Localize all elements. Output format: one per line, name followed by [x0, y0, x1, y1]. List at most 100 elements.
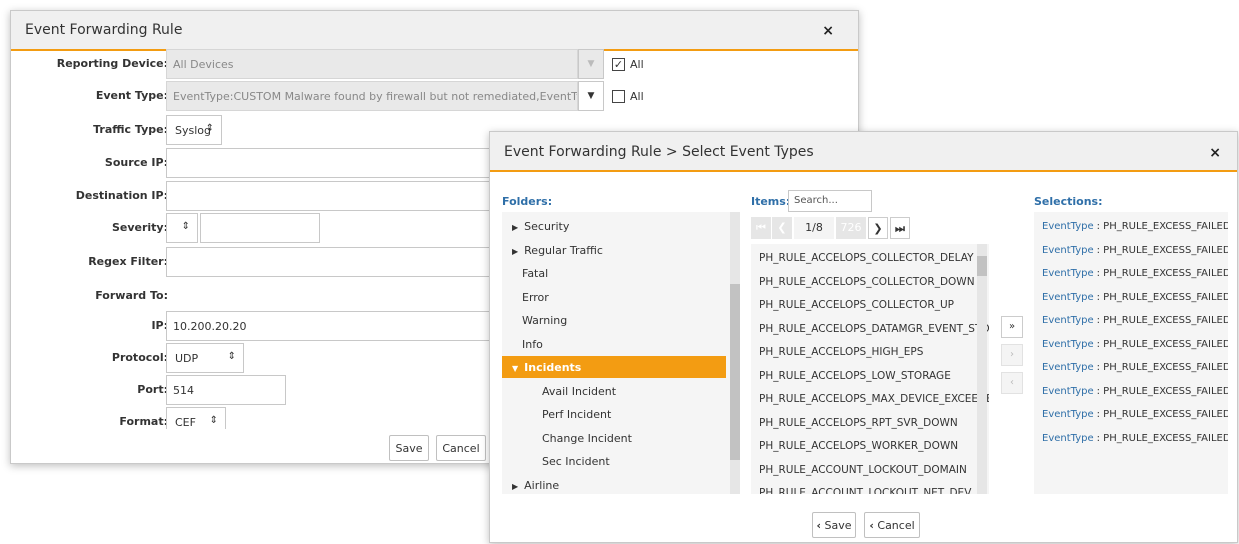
selection-item[interactable]: EventType: PH_RULE_EXCESS_FAILED_...: [1042, 339, 1228, 350]
protocol-value: UDP: [175, 352, 199, 365]
folder-label: Avail Incident: [542, 384, 617, 398]
cancel-button[interactable]: Cancel: [436, 435, 486, 461]
dialog-title: Event Forwarding Rule: [25, 22, 183, 38]
select-arrows-icon: ⇕: [205, 123, 214, 134]
selection-value: : PH_RULE_EXCESS_FAILED_...: [1096, 409, 1228, 420]
selection-item[interactable]: EventType: PH_RULE_EXCESS_FAILED_...: [1042, 409, 1228, 420]
severity-input[interactable]: [200, 213, 320, 243]
close-icon[interactable]: ×: [822, 23, 834, 39]
folder-item[interactable]: Perf Incident: [502, 403, 726, 425]
folder-item[interactable]: Sec Incident: [502, 450, 726, 472]
selection-item[interactable]: EventType: PH_RULE_EXCESS_FAILED_...: [1042, 433, 1228, 444]
save-button[interactable]: ‹ Save: [812, 512, 856, 538]
folder-item[interactable]: ▶ Regular Traffic: [502, 239, 726, 261]
folder-item[interactable]: ▶ Security: [502, 215, 726, 237]
folder-item[interactable]: Fatal: [502, 262, 726, 284]
list-item[interactable]: PH_RULE_ACCELOPS_DATAMGR_EVENT_STORE_...: [759, 323, 989, 335]
folder-label: Error: [522, 290, 549, 304]
close-icon[interactable]: ×: [1209, 145, 1221, 161]
folder-item[interactable]: Error: [502, 286, 726, 308]
search-input[interactable]: Search...: [788, 190, 872, 212]
last-page-button[interactable]: ⏭: [890, 217, 910, 239]
selection-key: EventType: [1042, 385, 1094, 397]
caret-down-icon[interactable]: ▼: [512, 364, 518, 373]
event-type-all-checkbox[interactable]: [612, 90, 625, 103]
folder-item[interactable]: Info: [502, 333, 726, 355]
list-item[interactable]: PH_RULE_ACCELOPS_MAX_DEVICE_EXCEEDED: [759, 393, 989, 405]
dialog-header: Event Forwarding Rule ×: [11, 11, 858, 51]
selection-item[interactable]: EventType: PH_RULE_EXCESS_FAILED_...: [1042, 386, 1228, 397]
cancel-button[interactable]: ‹ Cancel: [864, 512, 920, 538]
items-scrollbar-thumb[interactable]: [977, 256, 987, 276]
selections-label: Selections:: [1034, 195, 1103, 208]
items-scrollbar[interactable]: [977, 244, 987, 494]
traffic-type-label: Traffic Type:: [93, 123, 168, 136]
selection-key: EventType: [1042, 409, 1094, 420]
source-ip-input[interactable]: [166, 148, 496, 178]
folder-label: Warning: [522, 314, 568, 327]
folder-item[interactable]: Avail Incident: [502, 380, 726, 402]
save-button[interactable]: Save: [389, 435, 429, 461]
caret-right-icon[interactable]: ▶: [512, 247, 518, 256]
protocol-select[interactable]: UDP ⇕: [166, 343, 244, 373]
dialog-header: Event Forwarding Rule > Select Event Typ…: [490, 132, 1237, 172]
traffic-type-select[interactable]: Syslog ⇕: [166, 115, 222, 145]
ip-input[interactable]: 10.200.20.20: [166, 311, 496, 341]
selection-value: : PH_RULE_EXCESS_FAILED_...: [1096, 338, 1228, 350]
caret-right-icon[interactable]: ▶: [512, 223, 518, 232]
folders-scrollbar[interactable]: [730, 212, 740, 494]
list-item[interactable]: PH_RULE_ACCELOPS_WORKER_DOWN: [759, 440, 958, 452]
first-page-button[interactable]: ⏮: [751, 217, 771, 239]
severity-operator-select[interactable]: ⇕: [166, 213, 198, 243]
port-input[interactable]: 514: [166, 375, 286, 405]
list-item[interactable]: PH_RULE_ACCELOPS_RPT_SVR_DOWN: [759, 417, 958, 429]
selection-item[interactable]: EventType: PH_RULE_EXCESS_FAILED_...: [1042, 315, 1228, 326]
format-select[interactable]: CEF ⇕: [166, 407, 226, 429]
selection-item[interactable]: EventType: PH_RULE_EXCESS_FAILED_...: [1042, 245, 1228, 256]
list-item[interactable]: PH_RULE_ACCOUNT_LOCKOUT_NET_DEV: [759, 487, 971, 494]
list-item[interactable]: PH_RULE_ACCELOPS_COLLECTOR_UP: [759, 299, 954, 311]
move-all-right-button[interactable]: »: [1001, 316, 1023, 338]
caret-right-icon[interactable]: ▶: [512, 482, 518, 491]
list-item[interactable]: PH_RULE_ACCELOPS_LOW_STORAGE: [759, 370, 951, 382]
move-left-button[interactable]: ‹: [1001, 372, 1023, 394]
next-page-button[interactable]: ❯: [868, 217, 888, 239]
selection-key: EventType: [1042, 268, 1094, 279]
folder-item[interactable]: Change Incident: [502, 427, 726, 449]
folder-item[interactable]: ▼ Incidents: [502, 356, 726, 378]
selection-item[interactable]: EventType: PH_RULE_EXCESS_FAILED_...: [1042, 292, 1228, 303]
folders-scrollbar-thumb[interactable]: [730, 284, 740, 460]
selection-value: : PH_RULE_EXCESS_FAILED_...: [1096, 362, 1228, 373]
selection-item[interactable]: EventType: PH_RULE_EXCESS_FAILED_...: [1042, 268, 1228, 279]
reporting-all-checkbox[interactable]: ✓: [612, 58, 625, 71]
destination-ip-input[interactable]: [166, 181, 496, 211]
folder-item[interactable]: Warning: [502, 309, 726, 331]
reporting-device-dropdown-button[interactable]: ▼: [578, 49, 604, 79]
prev-page-button[interactable]: ❮: [772, 217, 792, 239]
selection-value: : PH_RULE_EXCESS_FAILED_...: [1096, 244, 1228, 256]
list-item[interactable]: PH_RULE_ACCELOPS_COLLECTOR_DOWN: [759, 276, 975, 288]
folder-label: Sec Incident: [542, 455, 610, 468]
list-item[interactable]: PH_RULE_ACCELOPS_COLLECTOR_DELAY: [759, 252, 974, 264]
selection-value: : PH_RULE_EXCESS_FAILED_...: [1096, 432, 1228, 444]
selection-item[interactable]: EventType: PH_RULE_EXCESS_FAILED_...: [1042, 362, 1228, 373]
move-right-button[interactable]: ›: [1001, 344, 1023, 366]
protocol-label: Protocol:: [111, 351, 168, 364]
selection-key: EventType: [1042, 362, 1094, 373]
list-item[interactable]: PH_RULE_ACCELOPS_HIGH_EPS: [759, 346, 923, 358]
list-item[interactable]: PH_RULE_ACCOUNT_LOCKOUT_DOMAIN: [759, 464, 967, 476]
event-type-dropdown-button[interactable]: ▼: [578, 81, 604, 111]
selection-item[interactable]: EventType: PH_RULE_EXCESS_FAILED_...: [1042, 221, 1228, 232]
regex-filter-input[interactable]: [166, 247, 496, 277]
selection-value: : PH_RULE_EXCESS_FAILED_...: [1096, 315, 1228, 326]
folders-panel: ▶ Security ▶ Regular Traffic Fatal Error Warni…: [502, 212, 740, 494]
folder-item[interactable]: ▶ Airline: [502, 474, 726, 495]
dialog-title: Event Forwarding Rule > Select Event Typ…: [504, 144, 814, 160]
reporting-device-field[interactable]: All Devices: [166, 49, 578, 79]
cancel-label: Cancel: [877, 519, 915, 532]
folder-label: Perf Incident: [542, 408, 612, 421]
selection-value: : PH_RULE_EXCESS_FAILED_...: [1096, 291, 1228, 303]
event-type-field[interactable]: EventType:CUSTOM Malware found by firewa…: [166, 81, 578, 111]
back-chevron-icon: ‹: [869, 519, 874, 532]
selection-value: : PH_RULE_EXCESS_FAILED_...: [1096, 221, 1228, 232]
